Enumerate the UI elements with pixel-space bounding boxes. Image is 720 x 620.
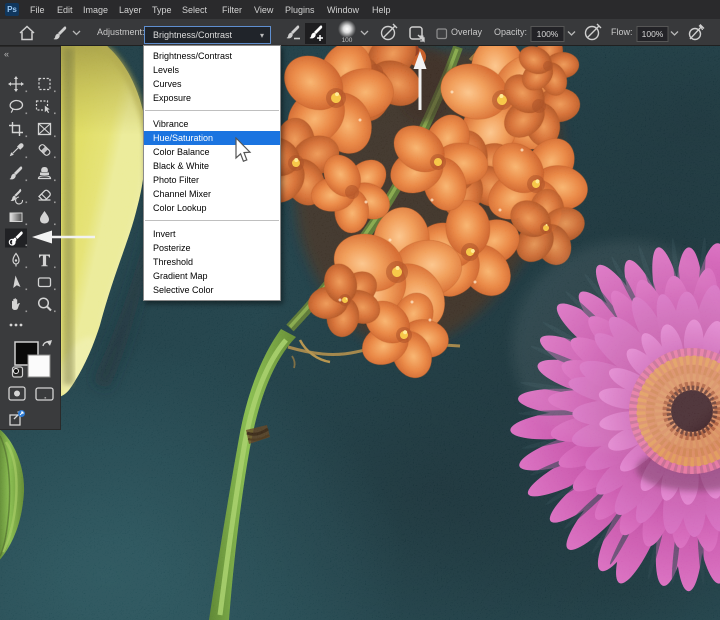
svg-text:«: « — [4, 49, 9, 59]
svg-text:100%: 100% — [642, 29, 664, 39]
svg-text:100%: 100% — [537, 29, 559, 39]
